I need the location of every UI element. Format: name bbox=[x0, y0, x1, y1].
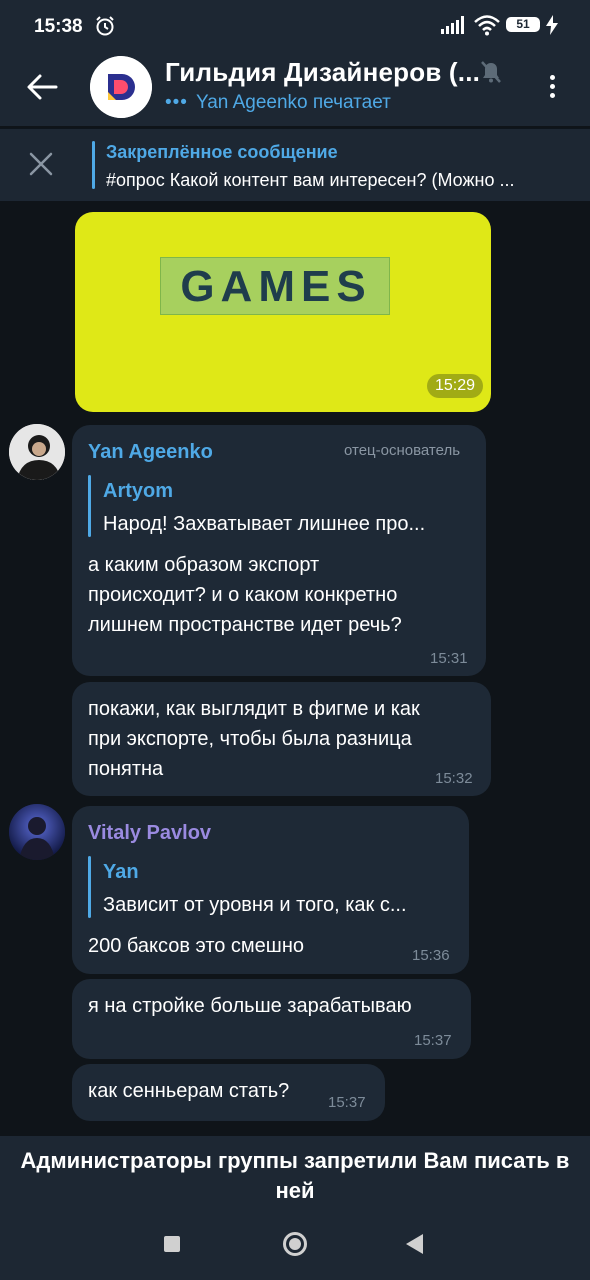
reply-name: Yan bbox=[103, 861, 139, 883]
message-line: как сенньерам стать? bbox=[88, 1080, 290, 1102]
message-text: покажи, как выглядит в фигме и как при э… bbox=[88, 694, 420, 784]
message-time: 15:37 bbox=[414, 1032, 452, 1049]
battery-level: 51 bbox=[516, 17, 530, 31]
message-time: 15:37 bbox=[328, 1094, 366, 1111]
restriction-notice: Администраторы группы запретили Вам писа… bbox=[20, 1148, 570, 1203]
chat-title[interactable]: Гильдия Дизайнеров (... bbox=[165, 57, 480, 88]
reply-name: Artyom bbox=[103, 480, 174, 502]
message-time: 15:32 bbox=[435, 770, 473, 787]
system-nav-bar bbox=[0, 1208, 590, 1280]
message-time: 15:29 bbox=[427, 374, 484, 398]
status-bar: 15:38 51 bbox=[0, 0, 590, 48]
close-icon[interactable] bbox=[26, 149, 56, 179]
restriction-notice-bar: Администраторы группы запретили Вам писа… bbox=[0, 1136, 590, 1208]
pin-accent-bar bbox=[92, 141, 95, 189]
chat-header: Гильдия Дизайнеров (... ••• Yan Ageenko п… bbox=[0, 48, 590, 126]
bolt-icon bbox=[546, 15, 558, 35]
group-logo bbox=[90, 56, 152, 118]
avatar-yan-ageenko[interactable] bbox=[9, 424, 65, 480]
sender-role: отец-основатель bbox=[344, 442, 461, 459]
message-time: 15:36 bbox=[412, 947, 450, 964]
pinned-message-bar[interactable]: Закреплённое сообщение #опрос Какой конт… bbox=[0, 128, 590, 201]
message-text: как сенньерам стать? bbox=[88, 1076, 289, 1106]
typing-status: ••• Yan Ageenko печатает bbox=[165, 92, 391, 114]
reply-accent-bar bbox=[88, 856, 91, 918]
games-image: GAMES bbox=[160, 257, 390, 315]
reply-text: Народ! Захватывает лишнее про... bbox=[103, 513, 426, 535]
message-line: а каким образом экспорт bbox=[88, 554, 320, 576]
status-time: 15:38 bbox=[34, 16, 83, 37]
recents-icon[interactable] bbox=[164, 1236, 180, 1252]
alarm-icon bbox=[96, 16, 114, 36]
back-arrow-icon[interactable] bbox=[24, 70, 60, 104]
user-avatar-icon bbox=[9, 424, 65, 480]
home-icon[interactable] bbox=[283, 1232, 307, 1256]
message-line: при экспорте, чтобы была разница bbox=[88, 728, 412, 750]
pin-title: Закреплённое сообщение bbox=[106, 142, 338, 162]
wifi-icon bbox=[474, 15, 500, 36]
message-bubble[interactable]: Yan Ageenko отец-основатель Artyom Народ… bbox=[72, 425, 486, 676]
typing-dots-icon: ••• bbox=[165, 92, 188, 113]
user-avatar-icon bbox=[9, 804, 65, 860]
sender-name[interactable]: Vitaly Pavlov bbox=[88, 822, 211, 845]
message-time: 15:31 bbox=[430, 650, 468, 667]
reply-text: Зависит от уровня и того, как с... bbox=[103, 894, 407, 916]
message-line: понятна bbox=[88, 758, 164, 780]
reply-accent-bar bbox=[88, 475, 91, 537]
message-bubble[interactable]: я на стройке больше зарабатываю 15:37 bbox=[72, 979, 471, 1059]
message-text: 200 баксов это смешно bbox=[88, 931, 304, 961]
battery-icon: 51 bbox=[506, 17, 540, 32]
sender-name[interactable]: Yan Ageenko bbox=[88, 441, 213, 464]
message-line: происходит? и о каком конкретно bbox=[88, 584, 398, 606]
pin-text: #опрос Какой контент вам интересен? (Мож… bbox=[106, 170, 515, 190]
more-vert-icon[interactable] bbox=[540, 68, 564, 106]
nav-back-icon[interactable] bbox=[406, 1234, 423, 1254]
typing-text: Yan Ageenko печатает bbox=[195, 92, 391, 113]
message-line: покажи, как выглядит в фигме и как bbox=[88, 698, 420, 720]
mute-icon bbox=[481, 61, 501, 83]
avatar-vitaly-pavlov[interactable] bbox=[9, 804, 65, 860]
group-avatar[interactable] bbox=[90, 56, 152, 118]
image-caption-text: GAMES bbox=[180, 262, 372, 311]
message-bubble[interactable]: Vitaly Pavlov Yan Зависит от уровня и то… bbox=[72, 806, 469, 974]
message-line: 200 баксов это смешно bbox=[88, 935, 305, 957]
signal-icon bbox=[441, 16, 464, 34]
message-text: я на стройке больше зарабатываю bbox=[88, 991, 412, 1021]
image-message[interactable]: GAMES 15:29 bbox=[75, 212, 491, 412]
message-bubble[interactable]: покажи, как выглядит в фигме и как при э… bbox=[72, 682, 491, 796]
message-line: лишнем пространстве идет речь? bbox=[88, 614, 402, 636]
message-line: я на стройке больше зарабатываю bbox=[88, 995, 412, 1017]
message-text: а каким образом экспорт происходит? и о … bbox=[88, 550, 402, 640]
message-bubble[interactable]: как сенньерам стать? 15:37 bbox=[72, 1064, 385, 1121]
